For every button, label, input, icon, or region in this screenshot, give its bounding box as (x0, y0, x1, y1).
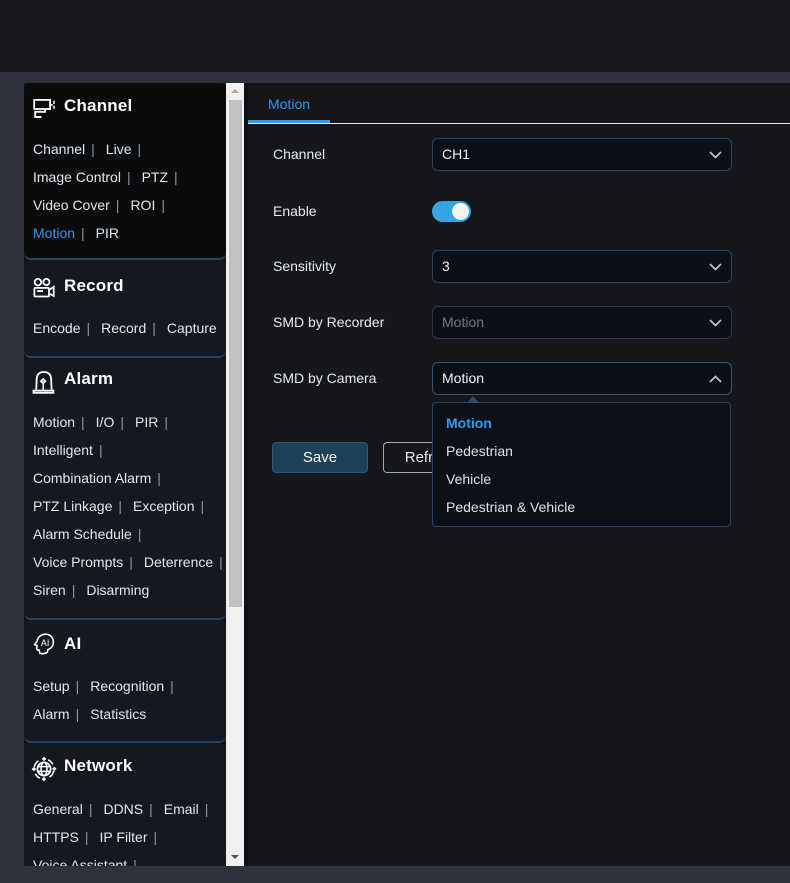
svg-text:AI: AI (41, 638, 50, 648)
